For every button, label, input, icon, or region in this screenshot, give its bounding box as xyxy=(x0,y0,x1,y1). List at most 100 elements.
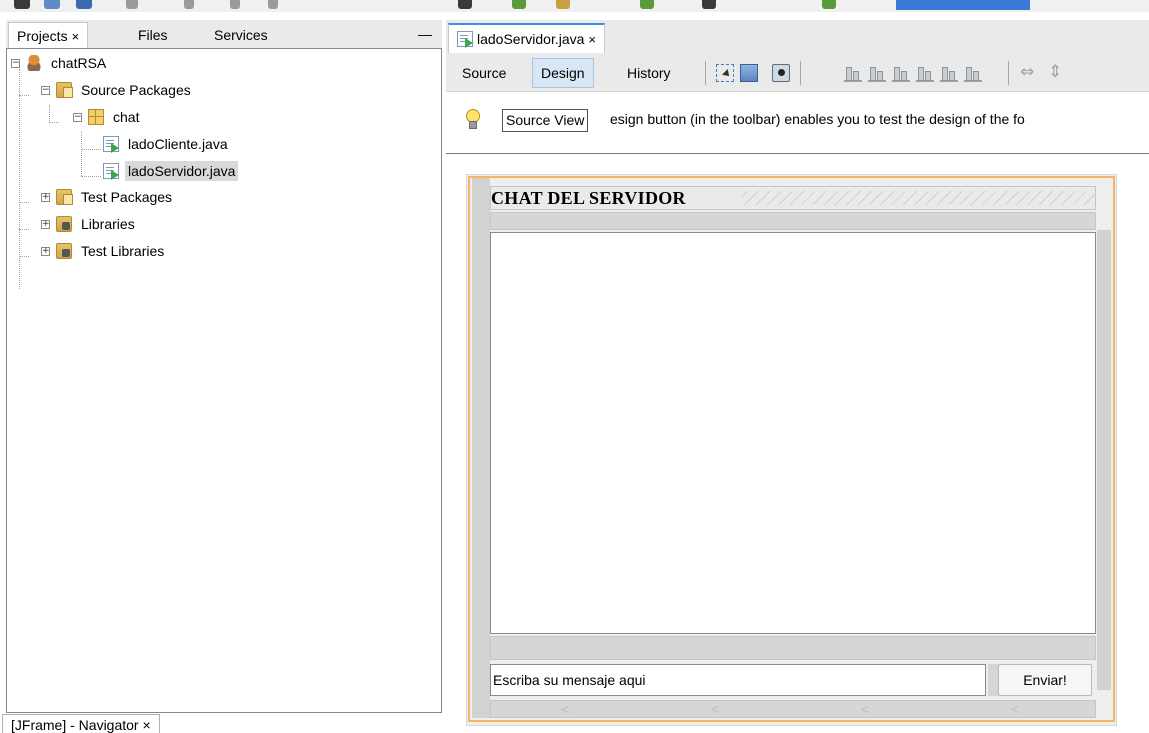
project-icon xyxy=(26,55,42,71)
main-toolbar-strip xyxy=(0,0,1149,12)
tab-label: Services xyxy=(214,27,268,43)
layout-filler xyxy=(741,191,1095,205)
connection-mode-icon[interactable] xyxy=(740,64,758,82)
selection-mode-icon[interactable] xyxy=(716,64,734,82)
tree-node-source-packages[interactable]: − Source Packages xyxy=(41,78,194,102)
bottom-layout-strip: < < < < xyxy=(490,700,1096,718)
toolbar-icon[interactable] xyxy=(230,0,240,9)
toolbar-icon[interactable] xyxy=(458,0,472,9)
tree-connector xyxy=(19,202,29,203)
tab-files[interactable]: Files xyxy=(130,22,176,48)
tree-label: Test Libraries xyxy=(81,243,165,259)
collapse-icon[interactable]: − xyxy=(41,85,50,95)
layout-gap xyxy=(988,664,998,696)
tree-connector xyxy=(81,131,82,176)
jframe-form[interactable]: CHAT DEL SERVIDOR Escriba su mensaje aqu… xyxy=(468,176,1115,722)
java-form-file-icon xyxy=(457,31,473,48)
java-form-file-icon xyxy=(103,163,119,180)
align-left-icon[interactable] xyxy=(844,64,862,82)
source-button[interactable]: Source xyxy=(454,58,514,88)
title-panel[interactable]: CHAT DEL SERVIDOR xyxy=(490,186,1096,210)
scroll-left-icon: < xyxy=(1011,701,1020,717)
tree-label: chatRSA xyxy=(51,55,107,71)
history-button[interactable]: History xyxy=(619,58,679,88)
package-icon xyxy=(88,109,104,125)
editor-tabbar: ladoServidor.java × xyxy=(446,20,1149,54)
tree-node-file-ladocliente[interactable]: ladoCliente.java xyxy=(103,132,231,156)
expand-icon[interactable]: + xyxy=(41,192,50,202)
design-hint-text: esign button (in the toolbar) enables yo… xyxy=(610,111,1025,127)
preview-design-icon[interactable] xyxy=(772,64,790,82)
scroll-left-icon: < xyxy=(861,701,870,717)
send-button[interactable]: Enviar! xyxy=(998,664,1092,696)
toolbar-icon[interactable] xyxy=(640,0,654,9)
center-vertically-icon[interactable] xyxy=(964,64,982,82)
toolbar-separator xyxy=(1008,61,1009,85)
tree-connector xyxy=(49,105,50,123)
java-form-file-icon xyxy=(103,136,119,153)
align-right-icon[interactable] xyxy=(868,64,886,82)
tree-node-libraries[interactable]: + Libraries xyxy=(41,212,138,236)
layout-gap xyxy=(490,636,1096,660)
toolbar-icon[interactable] xyxy=(822,0,836,9)
tree-node-test-libraries[interactable]: + Test Libraries xyxy=(41,239,167,263)
test-packages-icon xyxy=(56,189,73,205)
textarea-scrollbar[interactable] xyxy=(1097,230,1111,690)
tab-label: Files xyxy=(138,27,168,43)
design-toolbar: Source Design History xyxy=(446,54,1149,92)
toolbar-icon[interactable] xyxy=(512,0,526,9)
close-icon[interactable]: × xyxy=(588,32,596,47)
change-horizontal-resizability-icon[interactable] xyxy=(1020,62,1038,82)
align-top-icon[interactable] xyxy=(916,64,934,82)
toolbar-icon[interactable] xyxy=(44,0,60,9)
toolbar-icon[interactable] xyxy=(556,0,570,9)
layout-gap xyxy=(490,212,1096,230)
message-input[interactable]: Escriba su mensaje aqui xyxy=(490,664,986,696)
align-bottom-icon[interactable] xyxy=(940,64,958,82)
tree-connector xyxy=(81,176,101,177)
tab-navigator[interactable]: [JFrame] - Navigator × xyxy=(2,714,160,733)
test-libraries-icon xyxy=(56,243,72,259)
editor-panel: ladoServidor.java × Source Design Histor… xyxy=(446,20,1149,733)
chat-textarea[interactable] xyxy=(490,232,1096,634)
design-button[interactable]: Design xyxy=(532,58,594,88)
tree-label: ladoCliente.java xyxy=(128,136,228,152)
toolbar-icon[interactable] xyxy=(702,0,716,9)
tree-node-test-packages[interactable]: + Test Packages xyxy=(41,185,175,209)
tree-connector xyxy=(19,95,29,96)
tree-connector xyxy=(81,149,101,150)
toolbar-icon[interactable] xyxy=(76,0,92,9)
source-packages-icon xyxy=(56,82,73,98)
toolbar-icon[interactable] xyxy=(14,0,30,9)
tab-ladoservidor-java[interactable]: ladoServidor.java × xyxy=(448,23,605,53)
tab-label: Projects xyxy=(17,28,68,44)
project-tree: − chatRSA − Source Packages − chat ladoC… xyxy=(6,48,442,713)
toolbar-icon[interactable] xyxy=(184,0,194,9)
tree-label: Test Packages xyxy=(81,189,173,205)
memory-indicator[interactable] xyxy=(896,0,1030,10)
toolbar-icon[interactable] xyxy=(268,0,278,9)
projects-tabbar: Projects × Files Services — xyxy=(6,20,442,48)
scroll-left-icon: < xyxy=(711,701,720,717)
tree-label: ladoServidor.java xyxy=(125,161,239,181)
tree-node-file-ladoservidor[interactable]: ladoServidor.java xyxy=(103,159,239,183)
projects-panel: Projects × Files Services — − chatRSA − … xyxy=(6,20,442,713)
frame-left-edge xyxy=(472,178,490,718)
tree-connector xyxy=(19,229,29,230)
close-icon[interactable]: × xyxy=(72,29,80,44)
expand-icon[interactable]: + xyxy=(41,246,50,256)
minimize-icon[interactable]: — xyxy=(418,27,432,41)
tab-services[interactable]: Services xyxy=(206,22,276,48)
form-title-label[interactable]: CHAT DEL SERVIDOR xyxy=(491,187,686,209)
tooltip: Source View xyxy=(502,109,589,132)
tree-node-project[interactable]: − chatRSA xyxy=(11,51,109,75)
expand-icon[interactable]: + xyxy=(41,219,50,229)
change-vertical-resizability-icon[interactable] xyxy=(1046,62,1064,82)
toolbar-icon[interactable] xyxy=(126,0,138,9)
tree-node-package-chat[interactable]: − chat xyxy=(73,105,142,129)
tab-projects[interactable]: Projects × xyxy=(8,22,89,48)
collapse-icon[interactable]: − xyxy=(11,58,20,68)
center-horizontally-icon[interactable] xyxy=(892,64,910,82)
collapse-icon[interactable]: − xyxy=(73,112,82,122)
scroll-left-icon: < xyxy=(561,701,570,717)
